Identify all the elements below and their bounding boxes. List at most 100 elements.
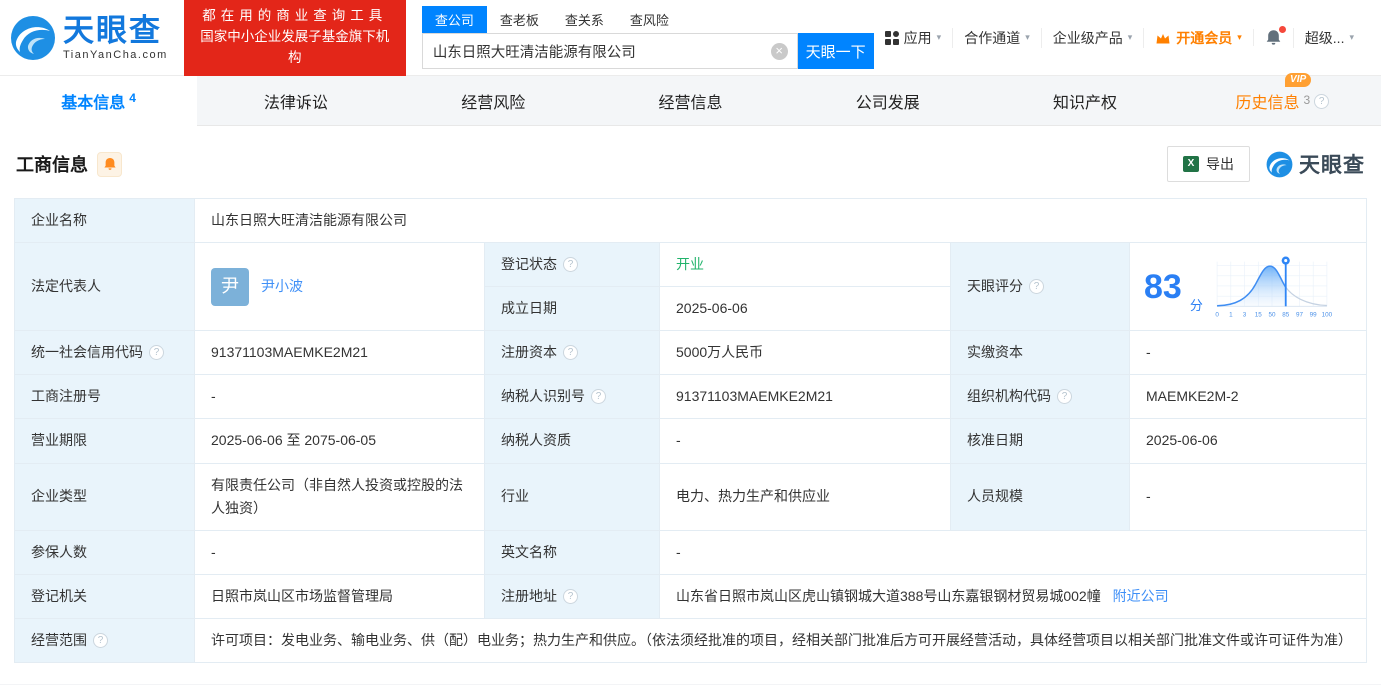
field-label: 行业 bbox=[484, 462, 660, 531]
field-label-text: 统一社会信用代码 bbox=[31, 344, 143, 361]
tab-company-development[interactable]: 公司发展 bbox=[789, 76, 986, 126]
field-label: 人员规模 bbox=[950, 462, 1130, 531]
watermark-logo: 天眼查 bbox=[1266, 149, 1365, 179]
legal-rep-avatar[interactable]: 尹 bbox=[211, 267, 249, 306]
tab-basic-info[interactable]: 基本信息 4 bbox=[0, 76, 198, 126]
reg-number-value: - bbox=[194, 374, 485, 420]
field-label: 工商注册号 bbox=[14, 374, 195, 420]
tab-legal-litigation[interactable]: 法律诉讼 bbox=[197, 76, 394, 126]
field-label: 注册资本 ? bbox=[484, 330, 660, 376]
bell-icon bbox=[103, 158, 116, 170]
export-button[interactable]: X 导出 bbox=[1167, 146, 1250, 182]
nav-item-partner[interactable]: 合作通道 ▾ bbox=[952, 27, 1041, 48]
tianyancha-logo[interactable]: 天眼查 TianYanCha.com bbox=[10, 15, 168, 61]
field-label: 注册地址 ? bbox=[484, 573, 660, 619]
field-label: 营业期限 bbox=[14, 418, 195, 464]
axis-tick: 1 bbox=[1229, 311, 1233, 318]
help-icon[interactable]: ? bbox=[563, 588, 578, 604]
search-tab-risk[interactable]: 查风险 bbox=[617, 6, 682, 33]
tab-operational-risk[interactable]: 经营风险 bbox=[395, 76, 592, 126]
field-label: 登记状态 ? bbox=[484, 242, 660, 288]
field-label: 统一社会信用代码 ? bbox=[14, 330, 195, 376]
help-icon[interactable]: ? bbox=[563, 257, 578, 273]
search-tab-boss[interactable]: 查老板 bbox=[487, 6, 552, 33]
nav-item-apps[interactable]: 应用 ▾ bbox=[874, 28, 953, 48]
help-icon[interactable]: ? bbox=[149, 345, 164, 361]
field-label: 企业类型 bbox=[14, 462, 195, 531]
field-label-text: 登记状态 bbox=[501, 256, 557, 273]
nav-enterprise-label: 企业级产品 bbox=[1052, 29, 1123, 46]
help-icon[interactable]: ? bbox=[93, 632, 108, 648]
top-header: 天眼查 TianYanCha.com 都在用的商业查询工具 国家中小企业发展子基… bbox=[0, 0, 1381, 76]
search-button[interactable]: 天眼一下 bbox=[797, 33, 874, 69]
help-icon[interactable]: ? bbox=[1314, 93, 1330, 109]
table-row: 法定代表人 尹 尹小波 登记状态 ? 开业 天眼评分 ? 83 分 0 1 3 … bbox=[14, 242, 1367, 332]
nav-item-enterprise[interactable]: 企业级产品 ▾ bbox=[1040, 27, 1144, 48]
field-label-text: 天眼评分 bbox=[967, 278, 1023, 295]
axis-tick: 15 bbox=[1255, 311, 1263, 318]
search-input[interactable] bbox=[422, 43, 797, 59]
nav-item-super-vip[interactable]: 超级... ▾ bbox=[1292, 27, 1365, 48]
field-label: 企业名称 bbox=[14, 197, 195, 244]
score-unit: 分 bbox=[1189, 298, 1203, 314]
tab-label: 知识产权 bbox=[1053, 95, 1118, 112]
tab-intellectual-property[interactable]: 知识产权 bbox=[986, 76, 1183, 126]
search-tab-relation[interactable]: 查关系 bbox=[552, 6, 617, 33]
table-row: 登记机关 日照市岚山区市场监督管理局 注册地址 ? 山东省日照市岚山区虎山镇钢城… bbox=[14, 573, 1367, 619]
tab-label: 基本信息 bbox=[61, 95, 126, 112]
field-label-text: 注册地址 bbox=[501, 587, 557, 604]
help-icon[interactable]: ? bbox=[563, 345, 578, 361]
tab-inner: VIP 历史信息 3 ? bbox=[1235, 73, 1330, 113]
logo-text: 天眼查 TianYanCha.com bbox=[63, 15, 168, 61]
field-label: 成立日期 bbox=[484, 286, 660, 332]
nav-vip-label: 开通会员 bbox=[1176, 29, 1233, 46]
nav-super-label: 超级... bbox=[1304, 29, 1345, 46]
nearby-companies-link[interactable]: 附近公司 bbox=[1113, 588, 1169, 604]
help-icon[interactable]: ? bbox=[591, 389, 606, 405]
org-code-value: MAEMKE2M-2 bbox=[1129, 374, 1367, 420]
search-tab-company[interactable]: 查公司 bbox=[421, 6, 487, 33]
help-icon[interactable]: ? bbox=[1029, 279, 1044, 295]
search-input-wrap: × bbox=[421, 33, 798, 69]
field-label: 组织机构代码 ? bbox=[950, 374, 1130, 420]
chevron-down-icon: ▾ bbox=[1127, 32, 1133, 42]
promo-banner[interactable]: 都在用的商业查询工具 国家中小企业发展子基金旗下机构 bbox=[183, 0, 406, 76]
clear-icon[interactable]: × bbox=[770, 42, 788, 60]
legal-rep-link[interactable]: 尹小波 bbox=[261, 275, 303, 298]
taxpayer-quality-value: - bbox=[659, 418, 951, 464]
subscribe-bell-button[interactable] bbox=[97, 151, 122, 177]
tab-label: 法律诉讼 bbox=[263, 95, 328, 112]
nav-item-notifications[interactable] bbox=[1252, 26, 1293, 46]
field-label: 登记机关 bbox=[14, 573, 195, 619]
grid-icon bbox=[884, 30, 899, 45]
search-row: × 天眼一下 bbox=[421, 33, 874, 69]
promo-line1: 都在用的商业查询工具 bbox=[202, 8, 388, 24]
excel-icon: X bbox=[1183, 156, 1199, 172]
establish-date-value: 2025-06-06 bbox=[659, 286, 951, 332]
help-icon[interactable]: ? bbox=[1057, 389, 1072, 405]
top-nav: 应用 ▾ 合作通道 ▾ 企业级产品 ▾ 开通会员 ▾ 超级... ▾ bbox=[874, 26, 1365, 48]
section-head: 工商信息 X 导出 天眼查 bbox=[14, 144, 1367, 198]
axis-tick: 85 bbox=[1282, 311, 1290, 318]
logo-title: 天眼查 bbox=[63, 12, 162, 48]
promo-line2: 国家中小企业发展子基金旗下机构 bbox=[200, 29, 390, 65]
company-type-value: 有限责任公司（非自然人投资或控股的法人独资） bbox=[194, 462, 485, 531]
chevron-down-icon: ▾ bbox=[1237, 32, 1242, 42]
reg-address-value: 山东省日照市岚山区虎山镇钢城大道388号山东嘉银钢材贸易城002幢 bbox=[676, 587, 1101, 604]
main-content: 工商信息 X 导出 天眼查 企业名称 山东日照大旺清洁能源有限公司 法定代表人 … bbox=[0, 126, 1381, 684]
export-label: 导出 bbox=[1206, 156, 1234, 172]
tab-history-info[interactable]: VIP 历史信息 3 ? bbox=[1184, 73, 1381, 126]
nav-item-open-vip[interactable]: 开通会员 ▾ bbox=[1143, 27, 1253, 48]
field-label-text: 组织机构代码 bbox=[967, 388, 1051, 405]
table-row: 企业名称 山东日照大旺清洁能源有限公司 bbox=[14, 197, 1367, 244]
vip-badge: VIP bbox=[1285, 73, 1312, 87]
page: 天眼查 TianYanCha.com 都在用的商业查询工具 国家中小企业发展子基… bbox=[0, 0, 1381, 684]
reg-status-value: 开业 bbox=[659, 242, 951, 288]
business-term-value: 2025-06-06 至 2075-06-05 bbox=[194, 418, 485, 464]
score-value: 83 bbox=[1144, 267, 1182, 306]
tab-business-info[interactable]: 经营信息 bbox=[592, 76, 789, 126]
business-scope-value: 许可项目：发电业务、输电业务、供（配）电业务；热力生产和供应。（依法须经批准的项… bbox=[194, 617, 1367, 664]
field-label: 核准日期 bbox=[950, 418, 1130, 464]
tianyancha-logo-icon bbox=[1266, 151, 1293, 177]
field-label-text: 注册资本 bbox=[501, 344, 557, 361]
